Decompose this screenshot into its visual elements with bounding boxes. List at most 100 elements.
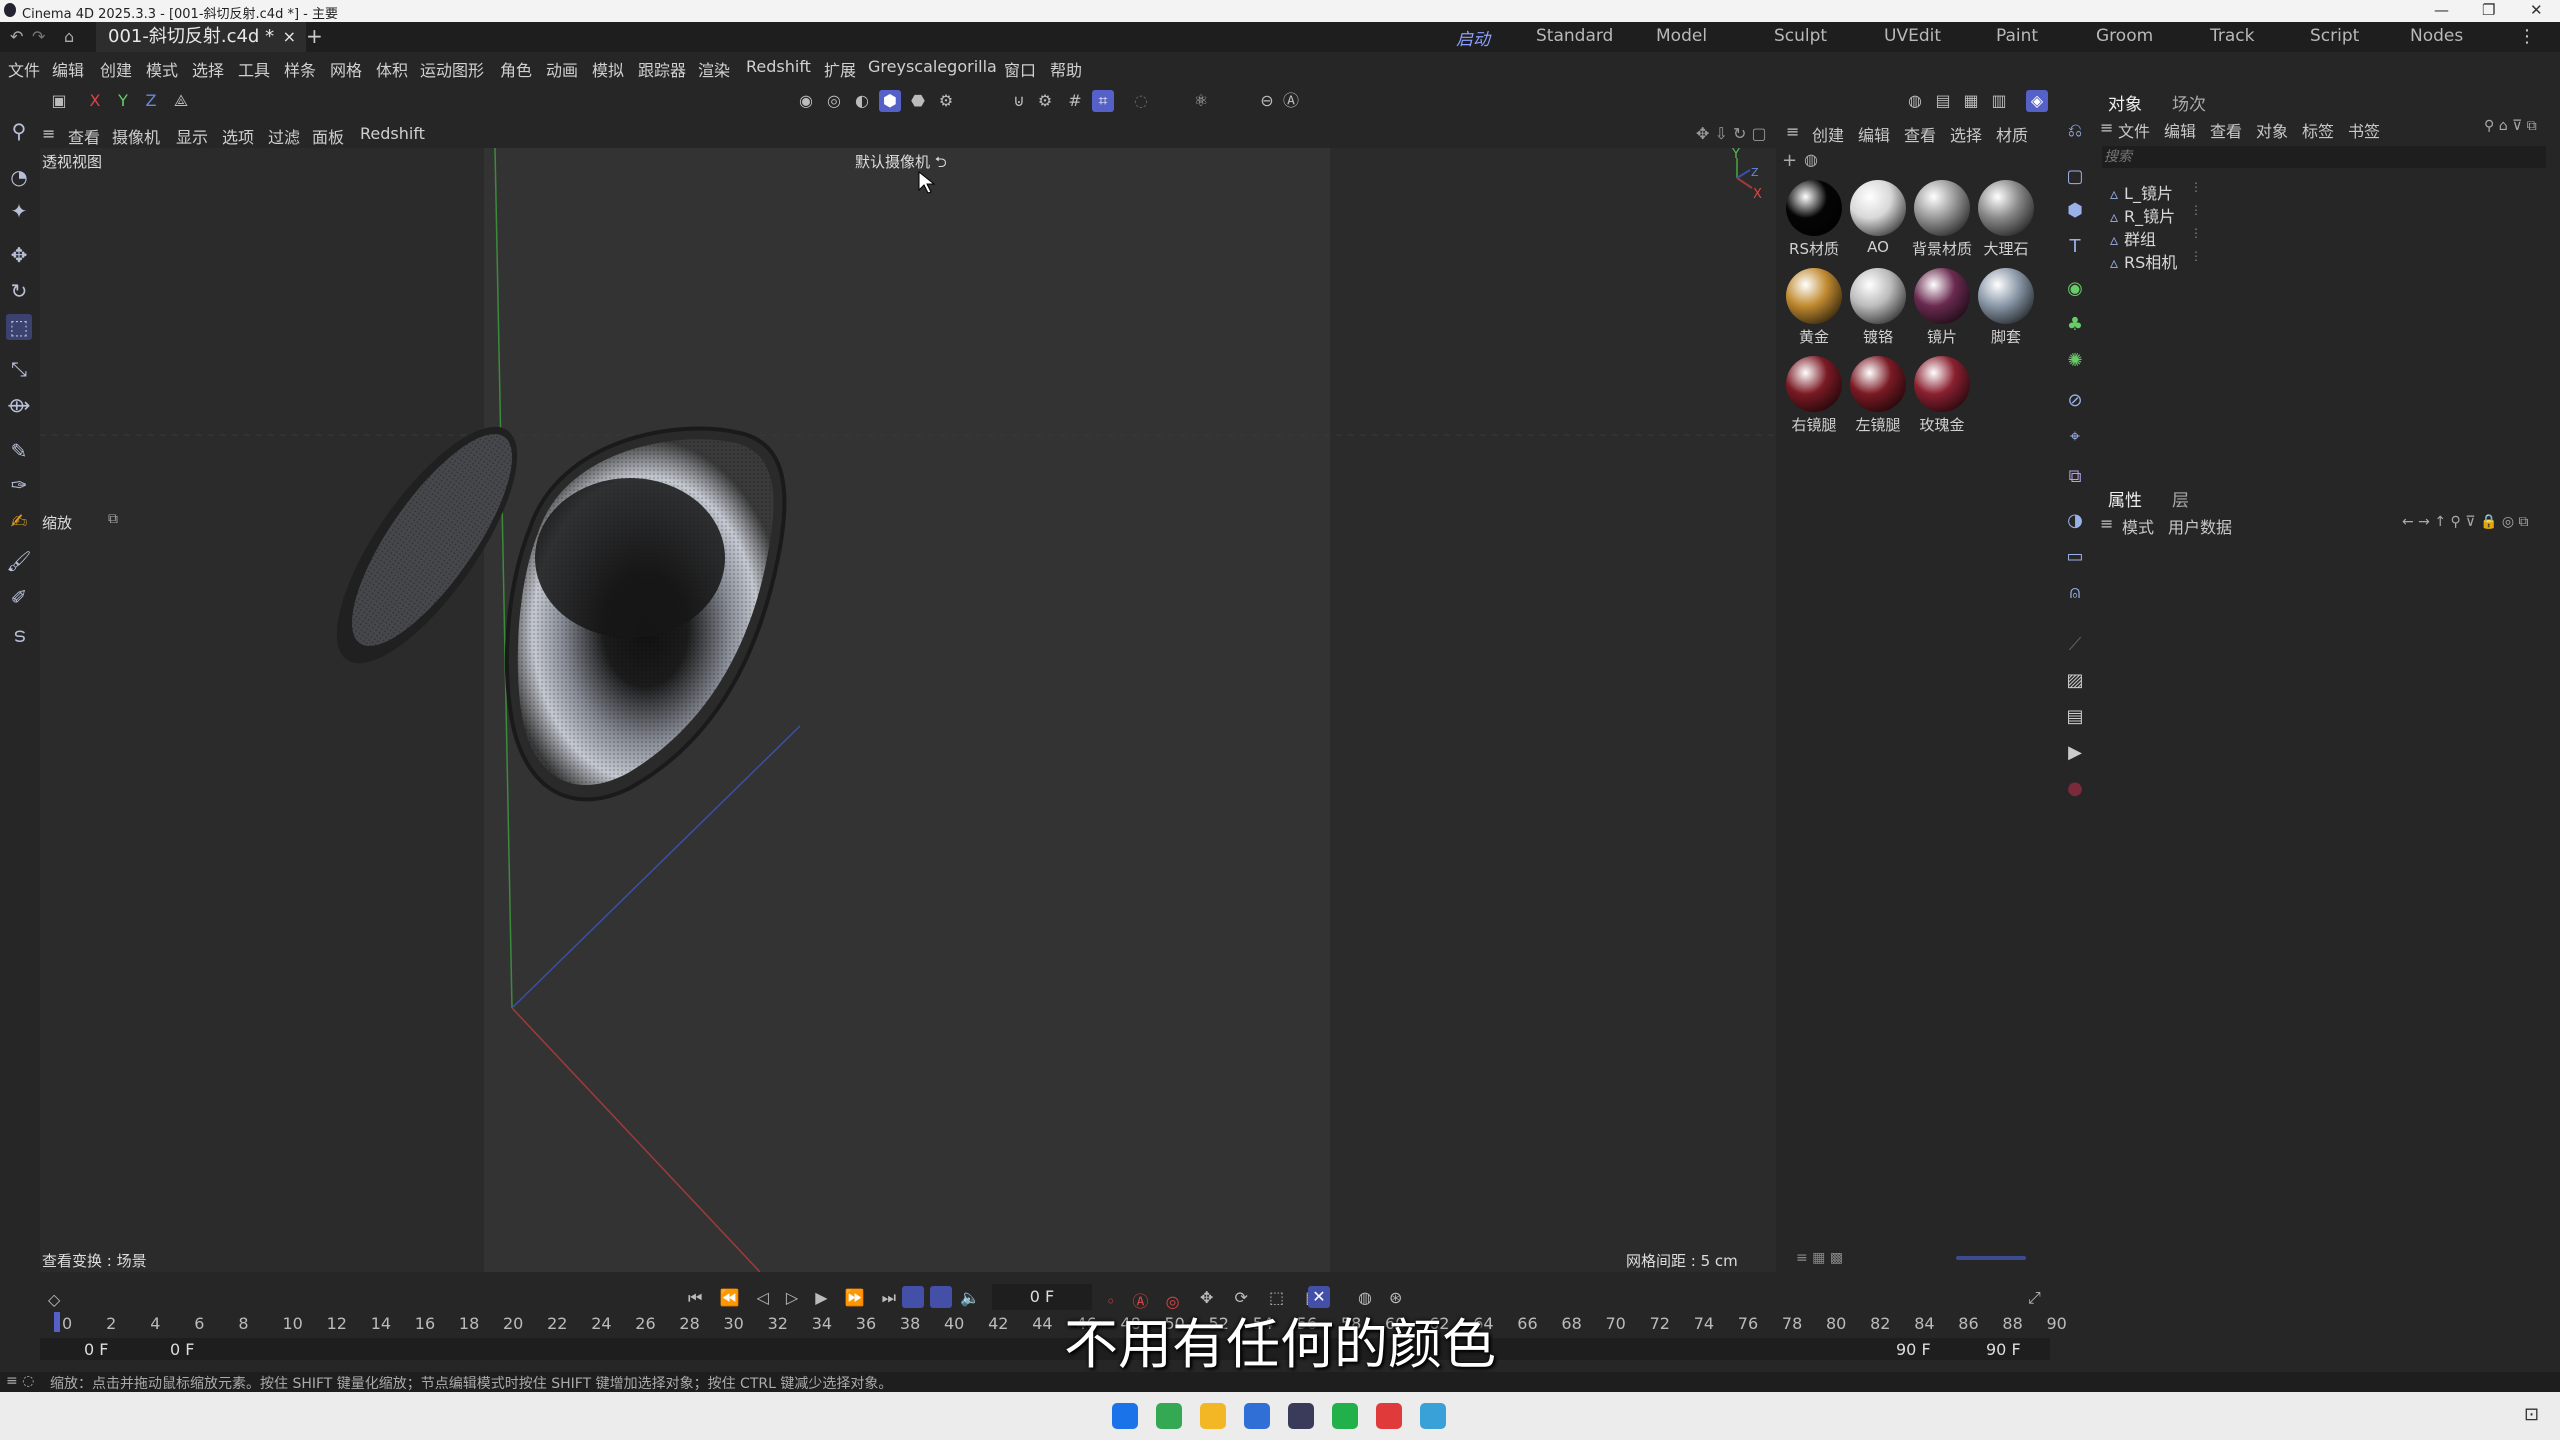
snap-settings-icon[interactable]: ⚙ [1034,90,1056,112]
object-hamburger-icon[interactable]: ≡ [2100,118,2113,137]
model-mode-icon[interactable]: ⬢ [879,90,901,112]
auto-weld-icon[interactable]: Ⓐ [1280,90,1302,112]
material-menu-3[interactable]: 选择 [1950,122,1982,146]
document-tab[interactable]: 001-斜切反射.c4d * × [96,22,306,52]
viewport-menu-3[interactable]: 选项 [222,124,254,148]
material-swatch[interactable]: 左镜腿 [1848,356,1908,435]
app-blue-icon[interactable] [1244,1403,1270,1429]
render-region-icon[interactable]: ◍ [1904,90,1926,112]
add-tab-button[interactable]: + [306,24,323,48]
axis-z-button[interactable]: Z [140,90,162,112]
selection-tools-icon[interactable]: ✦ [6,198,32,224]
redshift-render-icon[interactable]: ◈ [2026,90,2048,112]
attribute-hamburger-icon[interactable]: ≡ [2100,514,2113,533]
material-swatch[interactable]: 玫瑰金 [1912,356,1972,435]
material-menu-1[interactable]: 编辑 [1858,122,1890,146]
material-swatch[interactable]: 背景材质 [1912,180,1972,259]
attribute-menu-mode[interactable]: 模式 [2122,514,2154,538]
material-swatch[interactable]: 镜片 [1912,268,1972,347]
object-visibility-flags[interactable]: ⋮ [2190,180,2202,194]
rotate-icon[interactable]: ↻ [6,278,32,304]
layout-tab-0[interactable]: 启动 [1446,25,1500,55]
spline-pen-icon[interactable]: ✎ [6,438,32,464]
menu-item-18[interactable]: 窗口 [1004,57,1036,81]
object-search-icons[interactable]: ⚲ ⌂ ⊽ ⧉ [2484,118,2537,134]
menu-item-7[interactable]: 网格 [330,57,362,81]
attribute-menu-userdata[interactable]: 用户数据 [2168,514,2232,538]
object-menu-3[interactable]: 对象 [2256,118,2288,142]
material-swatch[interactable]: 镀铬 [1848,268,1908,347]
perspective-viewport[interactable]: Y X Z 透视视图 默认摄像机 ⮌ 缩放 ⧉ 查看变换 : 场景 网格间距 :… [40,148,1776,1272]
material-hamburger-icon[interactable]: ≡ [1786,122,1799,141]
menu-item-14[interactable]: 渲染 [698,57,730,81]
material-swatch[interactable]: 黄金 [1784,268,1844,347]
cube-outline-icon[interactable]: ▢ [2062,164,2088,190]
tab-takes[interactable]: 场次 [2172,90,2206,115]
redo-icon[interactable]: ↷ [32,27,45,46]
menu-item-10[interactable]: 角色 [500,57,532,81]
live-selection-icon[interactable]: ◔ [6,164,32,190]
menu-item-19[interactable]: 帮助 [1050,57,1082,81]
file-explorer-icon[interactable] [1200,1403,1226,1429]
cloner-icon[interactable]: ♣ [2062,312,2088,338]
menu-item-8[interactable]: 体积 [376,57,408,81]
image-icon[interactable]: ▨ [2062,668,2088,694]
object-row[interactable]: ▵ RS相机 ⋮ [2110,249,2202,273]
material-swatch[interactable]: AO [1848,180,1908,256]
material-menu-0[interactable]: 创建 [1812,122,1844,146]
tab-layers[interactable]: 层 [2172,486,2189,511]
menu-item-5[interactable]: 工具 [238,57,270,81]
viewport-menu-4[interactable]: 过滤 [268,124,300,148]
object-menu-0[interactable]: 文件 [2118,118,2150,142]
scale-icon[interactable]: ⬚ [6,314,32,340]
spline-tools-icon[interactable]: ✑ [6,472,32,498]
layout-tab-7[interactable]: Track [2210,26,2254,46]
layout-tab-3[interactable]: Sculpt [1774,26,1827,46]
generator-icon[interactable]: ◉ [2062,276,2088,302]
objects-panel-icon[interactable]: ⎌ [2062,118,2088,144]
windows-start-icon[interactable] [1112,1403,1138,1429]
add-material-icon[interactable]: + [1782,150,1797,171]
layout-icon[interactable]: ▣ [48,90,70,112]
axis-x-button[interactable]: X [84,90,106,112]
field-icon[interactable]: ⊘ [2062,388,2088,414]
menu-item-17[interactable]: Greyscalegorilla [868,57,997,76]
undo-icon[interactable]: ↶ [10,27,23,46]
object-visibility-flags[interactable]: ⋮ [2190,226,2202,240]
tab-attributes[interactable]: 属性 [2108,486,2142,511]
coordinate-system-icon[interactable]: ⟁ [170,90,192,112]
attribute-nav-icons[interactable]: ← → ↑ ⚲ ⊽ 🔒 ◎ ⧉ [2402,514,2529,530]
object-row[interactable]: ▵ R_镜片 ⋮ [2110,203,2202,227]
material-menu-2[interactable]: 查看 [1904,122,1936,146]
app-green-icon[interactable] [1332,1403,1358,1429]
menu-item-0[interactable]: 文件 [8,57,40,81]
effector-icon[interactable]: ⧉ [2062,464,2088,490]
layout-tab-9[interactable]: Nodes [2410,26,2463,46]
settings-gear-icon[interactable]: ⚙ [935,90,957,112]
brush-icon[interactable]: 🖌 [6,548,32,574]
camera-icon[interactable]: ▭ [2062,544,2088,570]
app-red-icon[interactable] [1376,1403,1402,1429]
play-render-icon[interactable]: ▶ [2062,740,2088,766]
deformer-icon[interactable]: ✺ [2062,348,2088,374]
symmetry-icon[interactable]: ⚛ [1190,90,1212,112]
pen-tool-icon[interactable]: ⟋ [2062,632,2088,658]
object-menu-2[interactable]: 查看 [2210,118,2242,142]
chrome-icon[interactable] [1156,1403,1182,1429]
material-swatch[interactable]: 大理石 [1976,180,2036,259]
menu-item-2[interactable]: 创建 [100,57,132,81]
workplane-grid-icon[interactable]: ⌗ [1092,90,1114,112]
tool-options-icon[interactable]: ⧉ [108,511,118,527]
transform-icon[interactable]: ⤡ [6,356,32,382]
menu-item-12[interactable]: 模拟 [592,57,624,81]
viewport-navigation-icons[interactable]: ✥ ⇩ ↻ ▢ [1696,124,1767,143]
layout-tab-5[interactable]: Paint [1996,26,2038,46]
menu-item-15[interactable]: Redshift [746,57,811,76]
cinema4d-icon[interactable] [1288,1403,1314,1429]
menu-item-9[interactable]: 运动图形 [420,57,484,81]
magnet-icon[interactable]: ട [6,622,32,648]
minimize-button[interactable]: — [2434,1,2449,19]
render-view-icon[interactable]: ▤ [1932,90,1954,112]
render-settings-icon[interactable]: ▥ [1988,90,2010,112]
material-size-slider[interactable] [1956,1256,2026,1260]
